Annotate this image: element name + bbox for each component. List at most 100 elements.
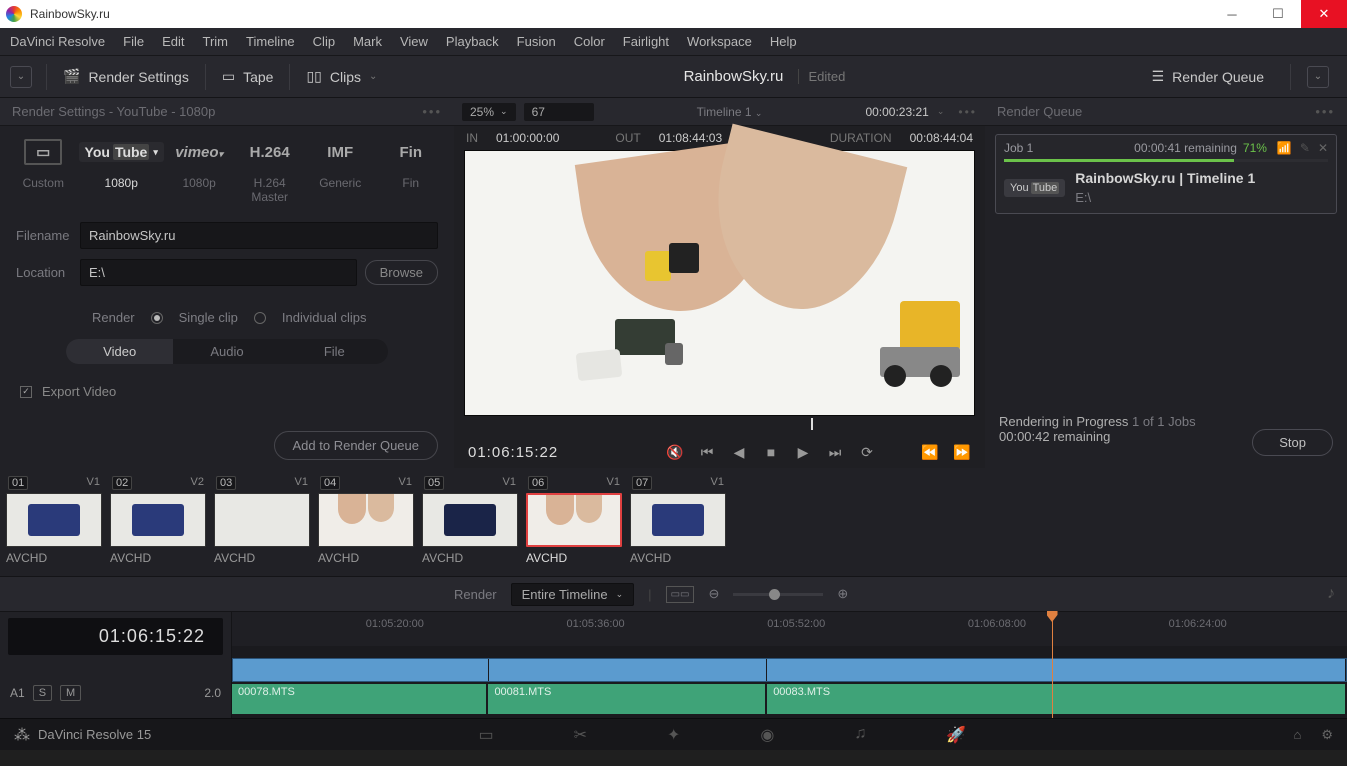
- menu-file[interactable]: File: [123, 34, 144, 49]
- panel-menu-icon[interactable]: •••: [422, 104, 442, 119]
- clip-thumb-04[interactable]: 04V1AVCHD: [318, 476, 414, 568]
- clips-button[interactable]: ▯▯ Clips ⌄: [296, 64, 387, 89]
- preset-youtube[interactable]: YouTube▾1080p: [79, 138, 164, 204]
- first-frame-icon[interactable]: ⏮: [698, 444, 716, 461]
- window-title: RainbowSky.ru: [30, 7, 1209, 21]
- zoom-dropdown[interactable]: 25%⌄: [462, 103, 516, 121]
- menu-fairlight[interactable]: Fairlight: [623, 34, 669, 49]
- loop-icon[interactable]: ⟳: [858, 444, 876, 461]
- timeline-tracks[interactable]: 01:05:20:0001:05:36:0001:05:52:0001:06:0…: [232, 612, 1347, 718]
- maximize-button[interactable]: ☐: [1255, 0, 1301, 28]
- resolve-logo-icon: ⁂: [14, 725, 30, 745]
- browse-button[interactable]: Browse: [365, 260, 438, 285]
- toolbar-expand-right[interactable]: ⌄: [1307, 66, 1329, 88]
- tape-button[interactable]: ▭ Tape: [212, 64, 284, 89]
- last-frame-icon[interactable]: ⏭: [826, 444, 844, 461]
- clip-thumb-05[interactable]: 05V1AVCHD: [422, 476, 518, 568]
- menu-fusion[interactable]: Fusion: [517, 34, 556, 49]
- individual-clips-radio[interactable]: [254, 312, 266, 324]
- solo-button[interactable]: S: [33, 685, 52, 701]
- clip-thumb-07[interactable]: 07V1AVCHD: [630, 476, 726, 568]
- play-reverse-icon[interactable]: ◀: [730, 444, 748, 461]
- tab-audio[interactable]: Audio: [173, 339, 280, 364]
- menu-color[interactable]: Color: [574, 34, 605, 49]
- play-icon[interactable]: ▶: [794, 444, 812, 461]
- clip-thumb-06[interactable]: 06V1AVCHD: [526, 476, 622, 568]
- tab-file[interactable]: File: [281, 339, 388, 364]
- stop-button[interactable]: Stop: [1252, 429, 1333, 456]
- menu-davinci-resolve[interactable]: DaVinci Resolve: [10, 34, 105, 49]
- zoom-slider[interactable]: [733, 593, 823, 596]
- render-queue-button[interactable]: ☰ Render Queue: [1142, 64, 1274, 89]
- frame-field[interactable]: 67: [524, 103, 594, 121]
- clip-thumb-02[interactable]: 02V2AVCHD: [110, 476, 206, 568]
- menu-edit[interactable]: Edit: [162, 34, 184, 49]
- render-scope-dropdown[interactable]: Entire Timeline⌄: [511, 583, 635, 606]
- queue-menu-icon[interactable]: •••: [1315, 104, 1335, 119]
- audio-track[interactable]: 00078.MTS00081.MTS00083.MTS: [232, 684, 1347, 714]
- clip-thumb-03[interactable]: 03V1AVCHD: [214, 476, 310, 568]
- menu-mark[interactable]: Mark: [353, 34, 382, 49]
- edit-icon[interactable]: ✎: [1300, 141, 1310, 155]
- mute-icon[interactable]: 🔇: [666, 444, 684, 461]
- preset-imf[interactable]: IMFGeneric: [305, 138, 376, 204]
- clip-thumb-01[interactable]: 01V1AVCHD: [6, 476, 102, 568]
- tape-icon: ▭: [222, 68, 235, 85]
- tab-video[interactable]: Video: [66, 339, 173, 364]
- home-icon[interactable]: ⌂: [1293, 727, 1301, 743]
- progress-remaining: 00:00:42 remaining: [999, 429, 1110, 444]
- mute-button[interactable]: M: [60, 685, 81, 701]
- menu-help[interactable]: Help: [770, 34, 797, 49]
- color-page-icon[interactable]: ◉: [760, 725, 774, 745]
- next-clip-icon[interactable]: ⏩: [953, 444, 971, 461]
- video-track[interactable]: [232, 658, 1347, 682]
- stop-icon[interactable]: ■: [762, 444, 780, 460]
- preset-final[interactable]: FinFin: [375, 138, 446, 204]
- menu-timeline[interactable]: Timeline: [246, 34, 295, 49]
- preset-h264[interactable]: H.264H.264 Master: [234, 138, 305, 204]
- settings-icon[interactable]: ⚙: [1321, 727, 1333, 743]
- job-location: E:\: [1075, 190, 1255, 205]
- prev-clip-icon[interactable]: ⏪: [921, 444, 939, 461]
- single-clip-radio[interactable]: [151, 312, 163, 324]
- preset-vimeo[interactable]: vimeo▾1080p: [164, 138, 235, 204]
- toolbar-expand-left[interactable]: ⌄: [10, 66, 32, 88]
- scrubber[interactable]: [464, 418, 975, 436]
- media-page-icon[interactable]: ▭: [478, 725, 493, 745]
- zoom-out-icon[interactable]: ⊖: [708, 586, 719, 602]
- fusion-page-icon[interactable]: ✦: [667, 725, 680, 745]
- export-video-checkbox[interactable]: ✓: [20, 386, 32, 398]
- timeline-dropdown[interactable]: Timeline 1 ⌄: [602, 105, 858, 119]
- job-name: Job 1: [1004, 141, 1033, 155]
- audio-track-header[interactable]: A1 S M 2.0: [0, 681, 231, 705]
- playhead[interactable]: [1052, 612, 1053, 718]
- chevron-down-icon[interactable]: ⌄: [937, 106, 945, 117]
- menu-workspace[interactable]: Workspace: [687, 34, 752, 49]
- filename-label: Filename: [16, 228, 80, 243]
- minimize-button[interactable]: ─: [1209, 0, 1255, 28]
- audio-clip[interactable]: 00081.MTS: [488, 684, 767, 714]
- location-input[interactable]: [80, 259, 357, 286]
- timeline: 01:06:15:22 A1 S M 2.0 01:05:20:0001:05:…: [0, 612, 1347, 718]
- menu-clip[interactable]: Clip: [313, 34, 335, 49]
- deliver-page-icon[interactable]: 🚀: [946, 725, 966, 745]
- viewer-menu-icon[interactable]: •••: [958, 105, 977, 119]
- audio-clip[interactable]: 00083.MTS: [767, 684, 1347, 714]
- render-settings-button[interactable]: 🎬 Render Settings: [53, 64, 199, 89]
- audio-clip[interactable]: 00078.MTS: [232, 684, 488, 714]
- preset-custom[interactable]: ▭Custom: [8, 138, 79, 204]
- render-job[interactable]: Job 1 00:00:41 remaining 71% 📶 ✎ ✕ YouTu…: [995, 134, 1337, 214]
- close-icon[interactable]: ✕: [1318, 141, 1328, 155]
- menu-view[interactable]: View: [400, 34, 428, 49]
- filename-input[interactable]: [80, 222, 438, 249]
- menu-trim[interactable]: Trim: [203, 34, 229, 49]
- fairlight-page-icon[interactable]: ♫: [854, 725, 866, 745]
- preview-viewport[interactable]: [464, 150, 975, 416]
- edit-page-icon[interactable]: ✂: [574, 725, 587, 745]
- thumbnails-icon[interactable]: ▭▭: [666, 586, 695, 603]
- add-to-queue-button[interactable]: Add to Render Queue: [274, 431, 438, 460]
- music-icon[interactable]: ♪: [1327, 585, 1335, 603]
- close-button[interactable]: ✕: [1301, 0, 1347, 28]
- zoom-in-icon[interactable]: ⊕: [837, 586, 848, 602]
- menu-playback[interactable]: Playback: [446, 34, 499, 49]
